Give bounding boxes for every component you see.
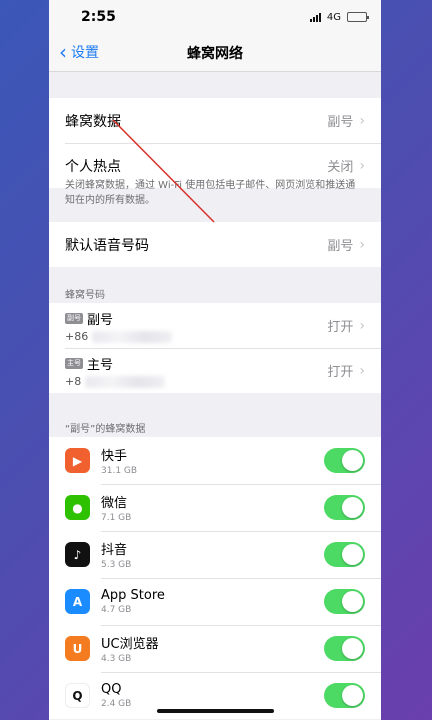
signal-icon: [309, 12, 321, 22]
sim-status: 打开: [327, 365, 354, 380]
app-cellular-toggle[interactable]: [324, 495, 365, 520]
uc-browser-icon: U: [65, 636, 90, 661]
app-cellular-toggle[interactable]: [324, 683, 365, 708]
toggle-knob: [342, 685, 363, 706]
navigation-bar: ‹ 设置 蜂窝网络: [49, 34, 381, 72]
cellular-footnote: 关闭蜂窝数据，通过 Wi-Fi 使用包括电子邮件、网页浏览和推送通知在内的所有数…: [65, 180, 356, 206]
sim-name: 主号: [87, 357, 114, 373]
app-name: 抖音: [101, 543, 128, 558]
app-cellular-toggle[interactable]: [324, 589, 365, 614]
sim-number: +8: [65, 374, 82, 388]
chevron-right-icon: ›: [359, 236, 365, 253]
toggle-knob: [342, 450, 363, 471]
sim-row-secondary[interactable]: 副号 副号 +86 打开 ›: [49, 303, 381, 348]
app-data-usage: 4.3 GB: [101, 654, 132, 664]
default-voice-value: 副号: [327, 239, 354, 254]
page-title: 蜂窝网络: [187, 45, 243, 62]
toggle-knob: [342, 544, 363, 565]
wechat-icon: ●: [65, 495, 90, 520]
chevron-left-icon: ‹: [59, 40, 67, 64]
apps-group: ▶ 快手 31.1 GB ● 微信 7.1 GB ♪ 抖音 5.3 GB A App Store 4.…: [49, 437, 381, 719]
numbers-group: 副号 副号 +86 打开 › 主号 主号 +8 打开 ›: [49, 303, 381, 393]
qq-icon: Q: [65, 683, 90, 708]
chevron-right-icon: ›: [359, 317, 365, 334]
chevron-right-icon: ›: [359, 362, 365, 379]
back-button[interactable]: ‹ 设置: [59, 42, 99, 62]
personal-hotspot-value: 关闭: [327, 160, 354, 175]
redacted-number: [85, 375, 166, 388]
sim-badge: 主号: [65, 357, 83, 369]
app-cellular-toggle[interactable]: [324, 636, 365, 661]
back-label: 设置: [71, 45, 99, 61]
sim-info: 主号 主号 +8: [65, 354, 166, 388]
sim-row-primary[interactable]: 主号 主号 +8 打开 ›: [49, 348, 381, 393]
home-indicator[interactable]: [157, 709, 274, 713]
battery-icon: [347, 12, 369, 22]
apps-section-header: “副号”的蜂窝数据: [65, 424, 146, 435]
app-name: QQ: [101, 682, 122, 697]
sim-number: +86: [65, 329, 89, 343]
cellular-data-value: 副号: [327, 115, 354, 130]
app-data-usage: 4.7 GB: [101, 605, 132, 615]
default-voice-label: 默认语音号码: [65, 237, 149, 254]
default-voice-row[interactable]: 默认语音号码 副号 ›: [49, 222, 381, 267]
app-name: 快手: [101, 449, 128, 464]
chevron-right-icon: ›: [359, 157, 365, 174]
app-name: 微信: [101, 496, 128, 511]
numbers-section-header: 蜂窝号码: [65, 290, 105, 301]
app-data-usage: 7.1 GB: [101, 513, 132, 523]
app-name: UC浏览器: [101, 637, 159, 652]
app-cellular-toggle[interactable]: [324, 542, 365, 567]
app-data-usage: 5.3 GB: [101, 560, 132, 570]
app-row: ♪ 抖音 5.3 GB: [49, 531, 381, 578]
toggle-knob: [342, 591, 363, 612]
app-row: ▶ 快手 31.1 GB: [49, 437, 381, 484]
phone-screen: 2:55 4G ‹ 设置 蜂窝网络 蜂窝数据 副号 › 个人热点 关闭 › 关闭…: [49, 0, 381, 720]
sim-status: 打开: [327, 320, 354, 335]
toggle-knob: [342, 497, 363, 518]
cellular-data-row[interactable]: 蜂窝数据 副号 ›: [49, 98, 381, 143]
network-type: 4G: [326, 11, 341, 23]
app-row: ● 微信 7.1 GB: [49, 484, 381, 531]
app-row: U UC浏览器 4.3 GB: [49, 625, 381, 672]
app-data-usage: 2.4 GB: [101, 699, 132, 709]
status-time: 2:55: [81, 9, 116, 25]
app-cellular-toggle[interactable]: [324, 448, 365, 473]
chevron-right-icon: ›: [359, 112, 365, 129]
toggle-knob: [342, 638, 363, 659]
kuaishou-icon: ▶: [65, 448, 90, 473]
status-indicators: 4G: [309, 11, 369, 23]
voice-group: 默认语音号码 副号 ›: [49, 222, 381, 267]
douyin-icon: ♪: [65, 542, 90, 567]
app-row: A App Store 4.7 GB: [49, 578, 381, 625]
cellular-group: 蜂窝数据 副号 › 个人热点 关闭 ›: [49, 98, 381, 188]
sim-badge: 副号: [65, 312, 83, 324]
app-store-icon: A: [65, 589, 90, 614]
app-data-usage: 31.1 GB: [101, 466, 138, 476]
status-bar: 2:55 4G: [49, 0, 381, 34]
sim-name: 副号: [87, 312, 114, 328]
personal-hotspot-label: 个人热点: [65, 158, 121, 175]
app-name: App Store: [101, 588, 165, 603]
cellular-data-label: 蜂窝数据: [65, 113, 121, 130]
sim-info: 副号 副号 +86: [65, 309, 173, 343]
redacted-number: [92, 330, 173, 343]
